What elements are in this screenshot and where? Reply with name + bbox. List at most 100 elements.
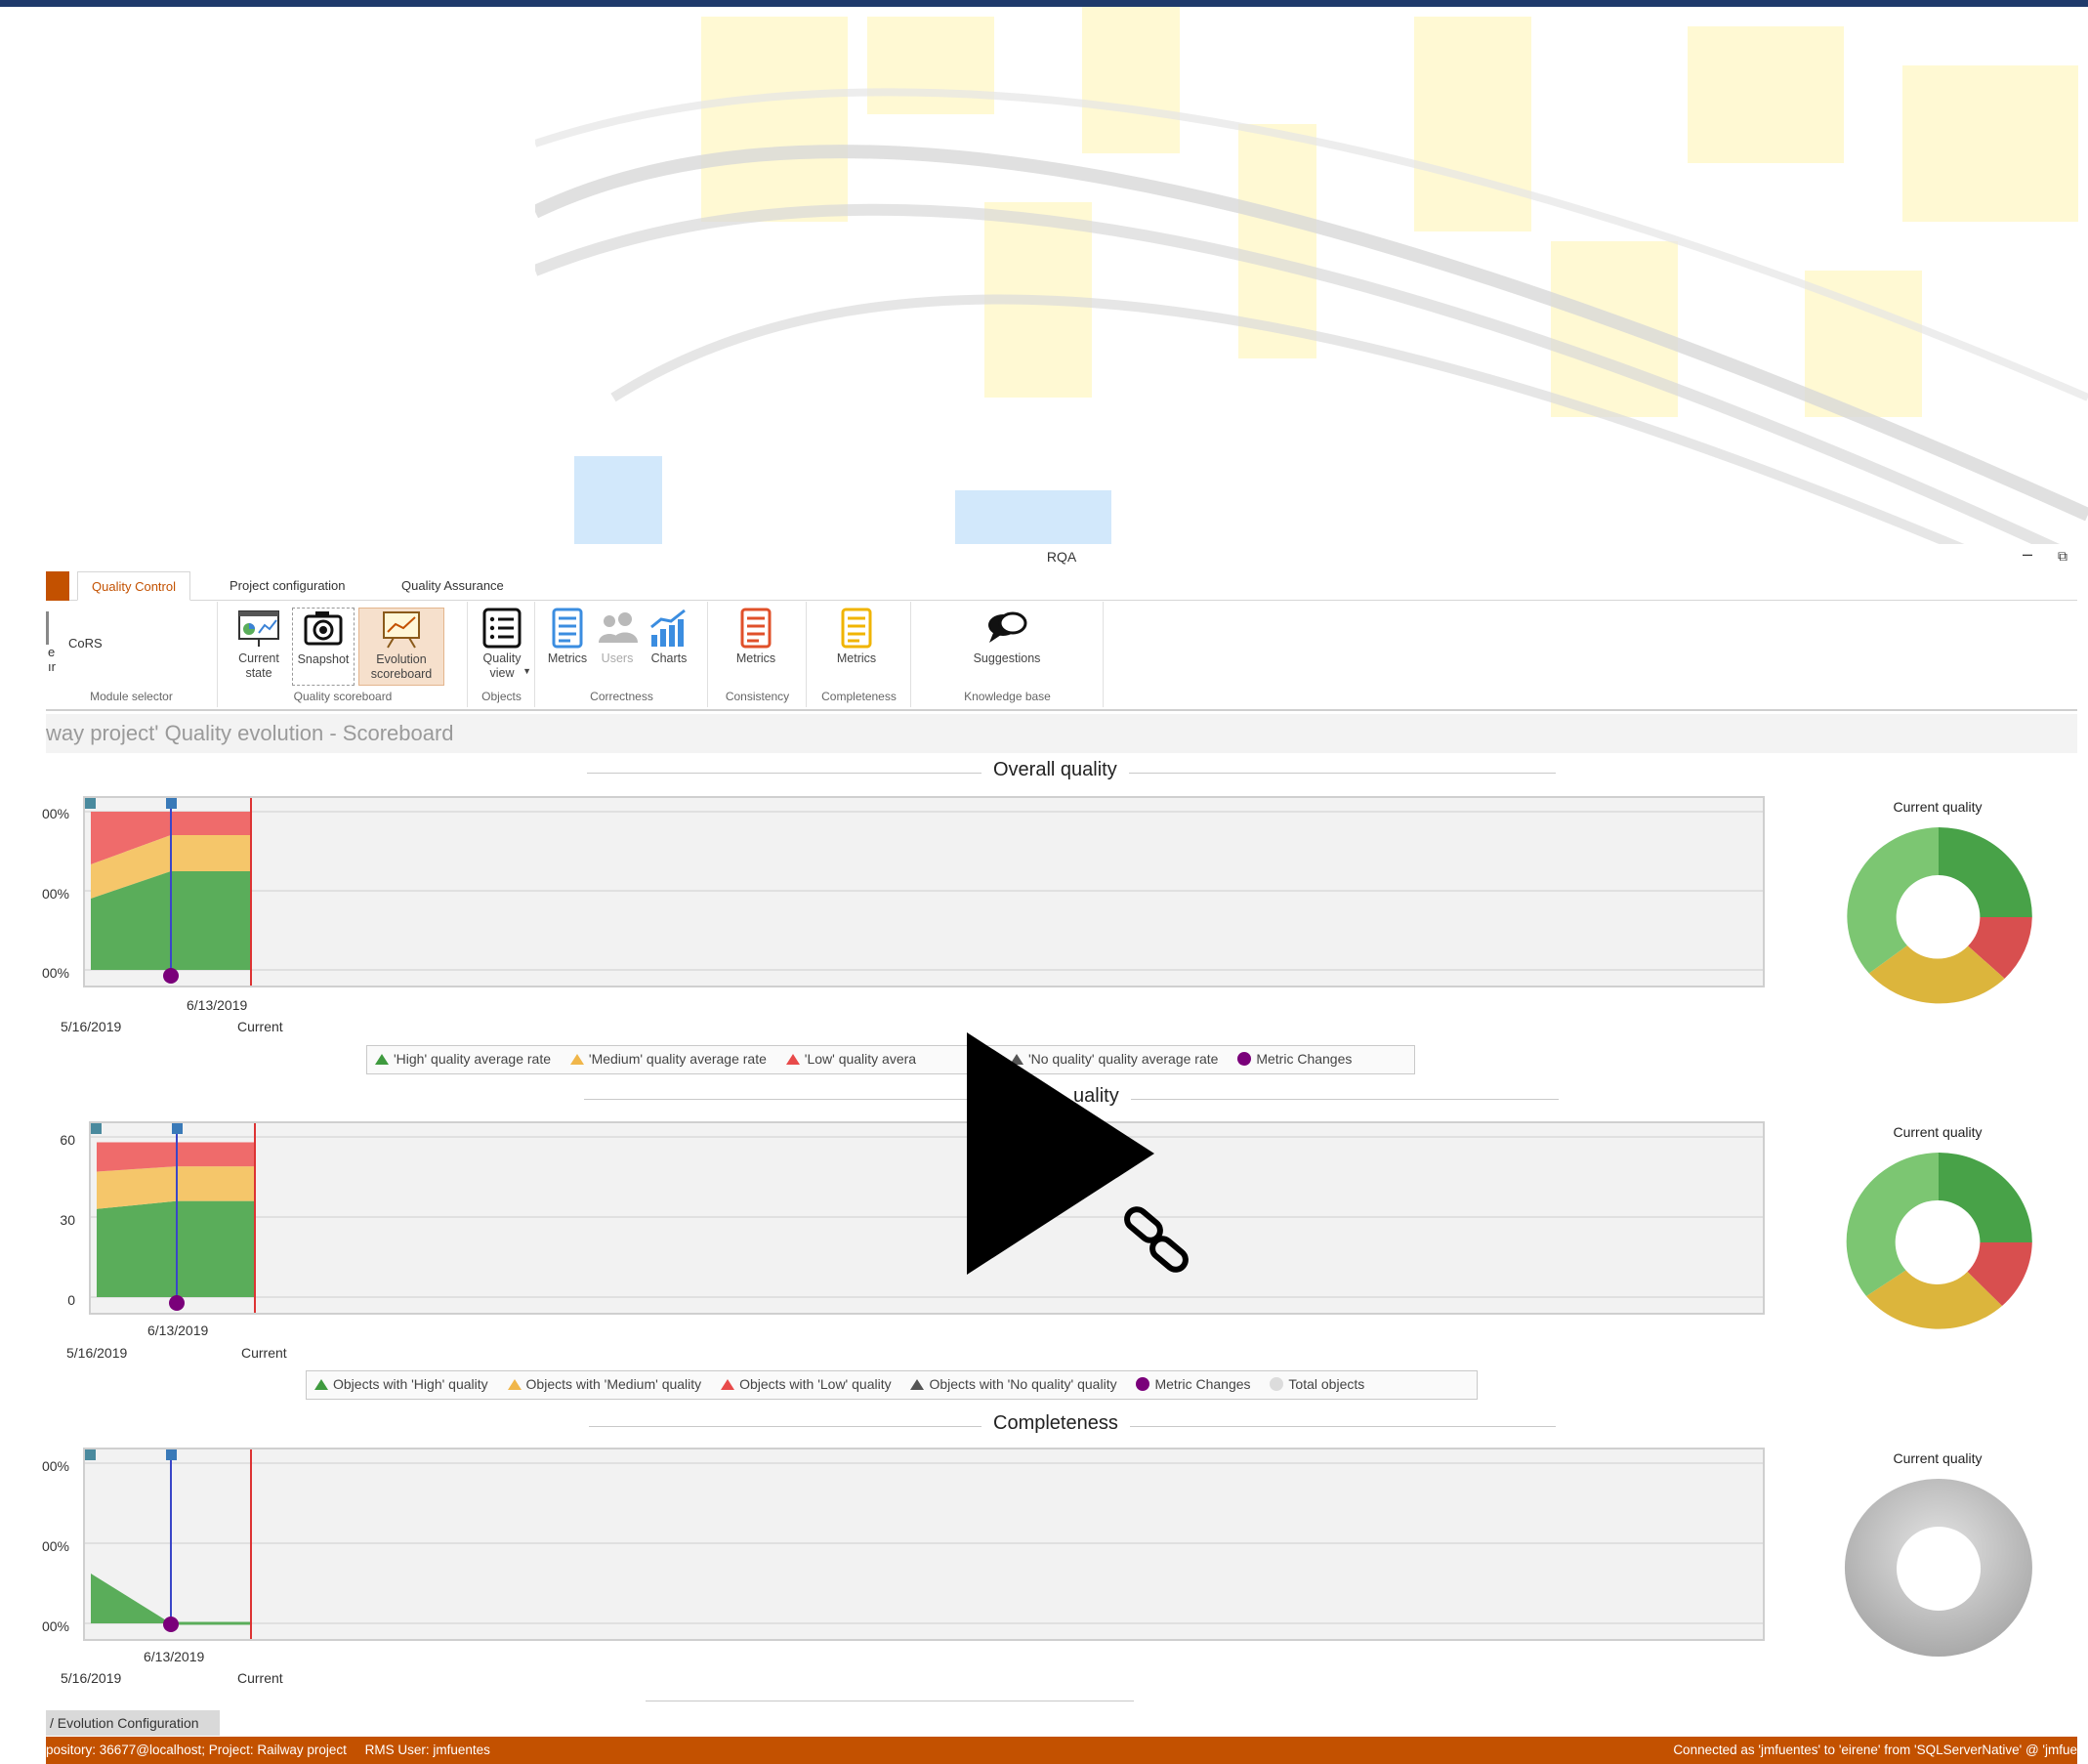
- x-tick: Current: [237, 1670, 283, 1686]
- snapshot-button[interactable]: Snapshot: [292, 608, 355, 686]
- legend-item[interactable]: 'Low' quality avera: [785, 1051, 916, 1067]
- donut-completeness[interactable]: [1843, 1478, 2034, 1659]
- chart-objects-svg: [91, 1123, 1763, 1313]
- triangle-icon: [314, 1379, 328, 1390]
- chart-overall-quality[interactable]: [83, 796, 1765, 987]
- evolution-scoreboard-button[interactable]: Evolution scoreboard: [358, 608, 444, 686]
- list-icon: [482, 608, 522, 649]
- group-label-module-selector: Module selector: [90, 690, 173, 703]
- evolution-configuration-tab[interactable]: / Evolution Configuration: [46, 1710, 220, 1736]
- users-button[interactable]: Users: [593, 608, 642, 666]
- link-icon[interactable]: [1117, 1201, 1205, 1289]
- group-consistency: Metrics Consistency: [709, 602, 807, 707]
- consistency-metrics-button[interactable]: Metrics: [729, 608, 783, 666]
- suggestions-button[interactable]: Suggestions: [963, 608, 1051, 666]
- group-label-knowledge-base: Knowledge base: [964, 690, 1051, 703]
- x-tick: 5/16/2019: [61, 1670, 122, 1686]
- y-tick: 00%: [41, 886, 69, 902]
- evolution-scoreboard-label: Evolution scoreboard: [370, 652, 433, 681]
- group-module-selector: e ır CoRS Module selector: [46, 602, 218, 707]
- group-completeness: Metrics Completeness: [808, 602, 911, 707]
- group-objects: Quality view ▼ Objects: [469, 602, 535, 707]
- snapshot-label: Snapshot: [297, 652, 350, 666]
- start-marker: [85, 798, 96, 809]
- completeness-metrics-label: Metrics: [836, 651, 877, 665]
- speech-bubbles-icon: [988, 611, 1027, 643]
- suggestions-label: Suggestions: [973, 651, 1041, 665]
- quality-view-label: Quality view: [482, 651, 522, 680]
- legend-item[interactable]: Total objects: [1270, 1376, 1364, 1392]
- legend-item[interactable]: Objects with 'Low' quality: [721, 1376, 892, 1392]
- legend-item[interactable]: Metric Changes: [1136, 1376, 1251, 1392]
- legend-item[interactable]: 'Medium' quality average rate: [569, 1051, 767, 1067]
- dot-icon: [1136, 1377, 1150, 1391]
- background-banner: [535, 7, 2088, 544]
- users-label: Users: [601, 651, 634, 665]
- dot-icon: [1237, 1052, 1252, 1066]
- legend-item[interactable]: Objects with 'High' quality: [314, 1376, 488, 1392]
- metric-change-marker: [166, 1449, 177, 1460]
- module-selector-edge: [46, 611, 49, 645]
- group-correctness: Metrics Users Charts Correctness: [536, 602, 708, 707]
- completeness-metrics-button[interactable]: Metrics: [829, 608, 884, 666]
- legend-overall: 'High' quality average rate 'Medium' qua…: [366, 1045, 1415, 1074]
- app-menu-button[interactable]: [46, 571, 69, 601]
- dropdown-caret-icon[interactable]: ▼: [522, 664, 531, 679]
- metric-change-dot: [163, 1617, 179, 1632]
- correctness-metrics-button[interactable]: Metrics: [542, 608, 593, 666]
- module-cors[interactable]: CoRS: [68, 636, 103, 651]
- status-left: pository: 36677@localhost; Project: Rail…: [46, 1743, 490, 1757]
- tab-project-configuration[interactable]: Project configuration: [216, 571, 359, 601]
- x-tick: 5/16/2019: [66, 1345, 128, 1361]
- triangle-icon: [721, 1379, 735, 1390]
- pie-title: Current quality: [1893, 1124, 1983, 1140]
- y-tick: 00%: [41, 1458, 69, 1474]
- camera-icon: [304, 611, 343, 646]
- tab-quality-assurance[interactable]: Quality Assurance: [388, 571, 518, 601]
- y-tick: 30: [60, 1212, 75, 1228]
- current-state-icon: [238, 610, 279, 647]
- y-tick: 00%: [41, 1618, 69, 1634]
- metrics-list-icon: [841, 608, 872, 649]
- triangle-icon: [507, 1379, 522, 1390]
- quality-view-button[interactable]: Quality view ▼: [473, 608, 531, 681]
- section-title-completeness: Completeness: [981, 1412, 1130, 1435]
- group-label-consistency: Consistency: [725, 690, 790, 703]
- breadcrumb: way project' Quality evolution - Scorebo…: [46, 714, 2077, 753]
- minimize-button[interactable]: –: [2023, 544, 2032, 565]
- dot-icon: [1270, 1377, 1284, 1391]
- restore-button[interactable]: ⧉: [2058, 548, 2067, 565]
- current-state-button[interactable]: Current state: [230, 608, 287, 681]
- donut-objects[interactable]: [1843, 1152, 2034, 1333]
- metrics-list-icon: [740, 608, 772, 649]
- metric-change-dot: [169, 1295, 185, 1311]
- triangle-icon: [910, 1379, 925, 1390]
- legend-item[interactable]: Objects with 'Medium' quality: [507, 1376, 701, 1392]
- donut-slice-high-dark: [1939, 827, 2032, 917]
- x-tick: 6/13/2019: [187, 997, 248, 1013]
- section-title-overall: Overall quality: [981, 759, 1129, 781]
- window-title: RQA: [1046, 549, 1077, 565]
- x-tick: 5/16/2019: [61, 1019, 122, 1034]
- legend-item[interactable]: Metric Changes: [1237, 1051, 1352, 1067]
- legend-item[interactable]: 'High' quality average rate: [375, 1051, 551, 1067]
- chart-completeness-svg: [85, 1449, 1763, 1639]
- charts-button[interactable]: Charts: [642, 608, 696, 666]
- donut-overall[interactable]: [1843, 826, 2034, 1008]
- chart-completeness[interactable]: [83, 1448, 1765, 1641]
- triangle-icon: [785, 1054, 800, 1065]
- tab-quality-control[interactable]: Quality Control: [77, 571, 190, 601]
- legend-item[interactable]: Objects with 'No quality' quality: [910, 1376, 1117, 1392]
- triangle-icon: [375, 1054, 389, 1065]
- chart-objects-quality[interactable]: [89, 1121, 1765, 1315]
- ribbon-tabs: Quality Control Project configuration Qu…: [46, 571, 2077, 601]
- x-tick: Current: [241, 1345, 287, 1361]
- chart-overall-svg: [85, 798, 1763, 986]
- bar-chart-icon: [650, 609, 686, 647]
- start-marker: [91, 1123, 102, 1134]
- group-label-correctness: Correctness: [590, 690, 653, 703]
- current-state-label: Current state: [238, 651, 279, 680]
- group-label-objects: Objects: [481, 690, 522, 703]
- donut-slice-none: [1844, 1479, 2032, 1657]
- group-knowledge-base: Suggestions Knowledge base: [912, 602, 1104, 707]
